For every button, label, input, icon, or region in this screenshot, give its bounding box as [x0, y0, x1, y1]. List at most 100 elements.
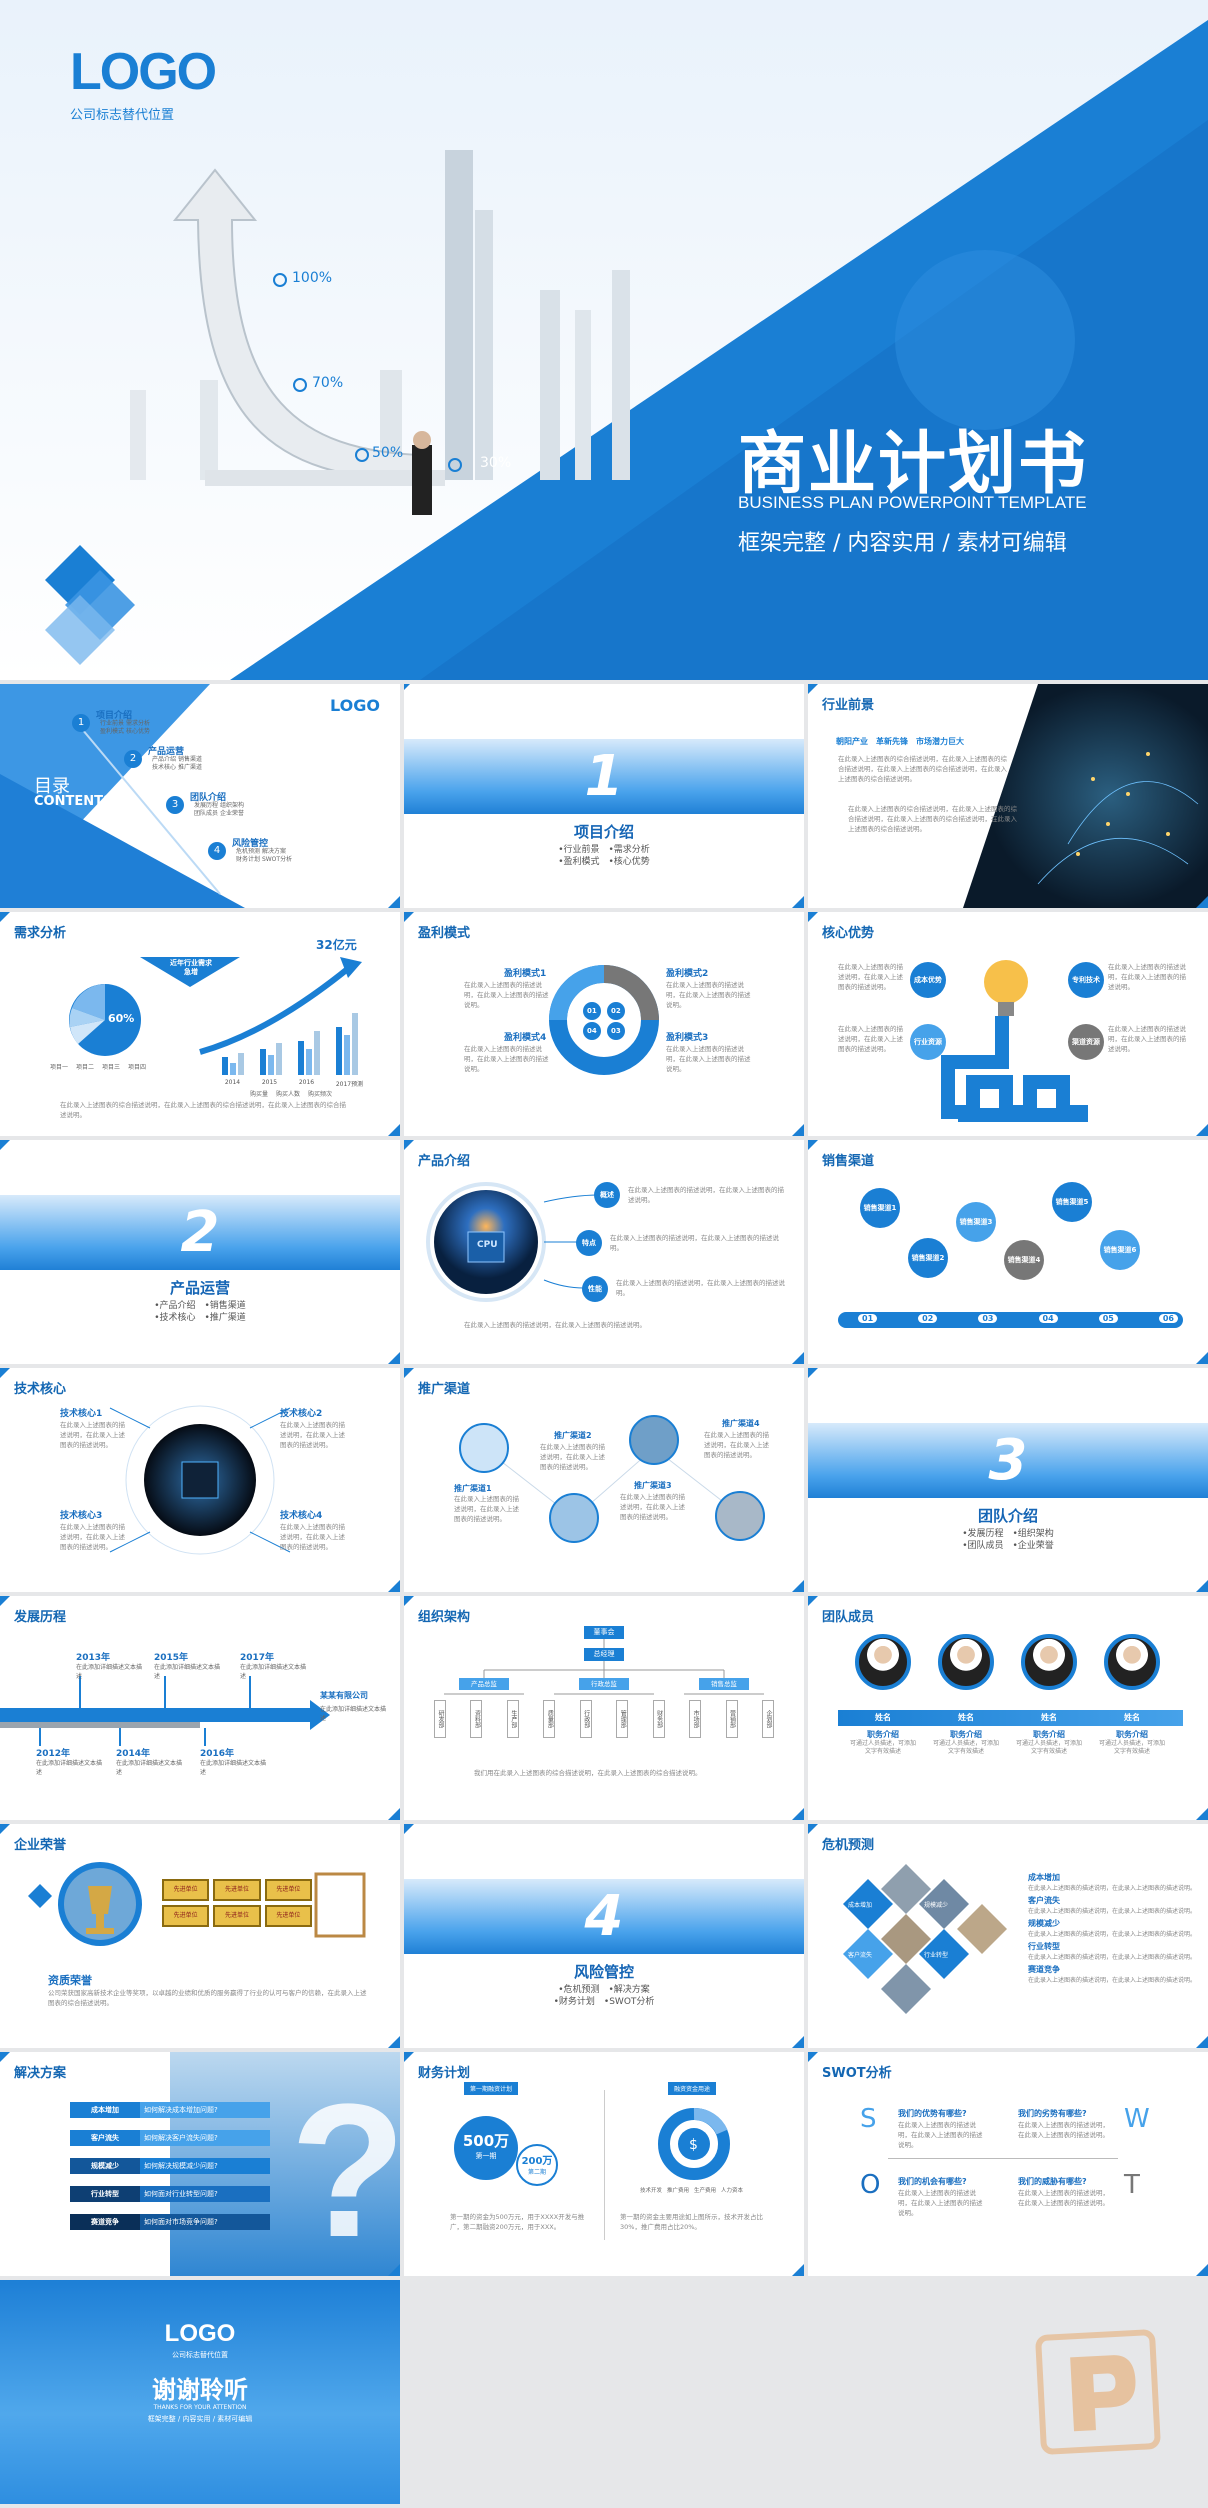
promo-slide[interactable]: 推广渠道 推广渠道1 在此录入上述图表的描述说明，在此录入上述图表的描述说明。 …	[404, 1368, 804, 1592]
chapter-band: 1	[404, 739, 804, 814]
demand-bar	[238, 1053, 244, 1075]
question-mark: ?	[290, 2065, 400, 2276]
org-center-3: 销售总监	[699, 1678, 749, 1690]
crisis-tag-3: 规模减少	[924, 1902, 949, 1909]
history-slide[interactable]: 发展历程 2013年 在此添加详细描述文本描述 2015年 在此添加详细描述文本…	[0, 1596, 400, 1820]
swot-q-t: 我们的威胁有哪些?	[1018, 2177, 1087, 2186]
member-name: 姓名	[875, 1713, 891, 1722]
slide-title: 解决方案	[0, 2052, 66, 2081]
core-tag-4: 渠道资源	[1068, 1024, 1104, 1060]
crisis-slide[interactable]: 危机预测 成本增加 客户流失 规模减少 行业转型 成本增加 在此录入上述图表的描述…	[808, 1824, 1208, 2048]
product-slide[interactable]: 产品介绍 概述 特点 性能 CPU 在此录入上述图表的描述说明，在此录入上述图表…	[404, 1140, 804, 1364]
year-desc: 在此添加详细描述文本描述	[36, 1760, 103, 1776]
team-member-4[interactable]: 姓名 职务介绍 可通过人员描述，可添加文字有效描述	[1097, 1634, 1167, 1756]
chapter-band: 3	[808, 1423, 1208, 1498]
cert: 先进单位	[162, 1879, 210, 1901]
slide-corner	[792, 896, 804, 908]
demand-bar	[268, 1055, 274, 1075]
org-slide[interactable]: 组织架构 董事会 总经理 产品总监 行政总监 销售总监 研发部 资料部 生产部 …	[404, 1596, 804, 1820]
core-tag-1: 成本优势	[910, 962, 946, 998]
industry-slide[interactable]: 行业前景 朝阳产业 革新先锋 市场潜力巨大 在此录入上述图表的综合描述说明，在此…	[808, 684, 1208, 908]
demand-para: 在此录入上述图表的综合描述说明，在此录入上述图表的综合描述说明，在此录入上述图表…	[60, 1101, 346, 1119]
watermark-p-icon	[1070, 2355, 1136, 2432]
honor-slide[interactable]: 企业荣誉 先进单位 先进单位 先进单位 先进单位 先进单位 先进单位 资质荣誉 …	[0, 1824, 400, 2048]
svg-text:$: $	[689, 2137, 698, 2153]
team-member-1[interactable]: 姓名 职务介绍 可通过人员描述，可添加文字有效描述	[848, 1634, 918, 1756]
crisis-tag-1: 成本增加	[848, 1902, 873, 1909]
slide-corner	[792, 1808, 804, 1820]
finance-donut: $	[658, 2108, 730, 2180]
tech-item-2: 技术核心2	[280, 1409, 323, 1419]
chapter-title: 团队介绍	[977, 1507, 1038, 1525]
demand-bar	[230, 1063, 236, 1075]
profit-slide[interactable]: 盈利模式 01 02 04 03 盈利模式1 在此录入上述图表的描述说明，在此录入上…	[404, 912, 804, 1136]
profit-desc-3: 在此录入上述图表的描述说明，在此录入上述图表的描述说明。	[666, 1045, 751, 1073]
toc-num: 4	[208, 842, 226, 860]
sales-slide[interactable]: 销售渠道 销售渠道1 销售渠道2 销售渠道3 销售渠道4 销售渠道5 销售渠道6…	[808, 1140, 1208, 1364]
toc-subs: 产品介绍 销售渠道 技术核心 推广渠道	[152, 756, 202, 771]
swot-desc-w: 在此录入上述图表的描述说明，在此录入上述图表的描述说明。	[1018, 2121, 1109, 2139]
cover-pct-100: 100%	[292, 270, 333, 286]
toc-num: 3	[166, 796, 184, 814]
tech-desc-4: 在此录入上述图表的描述说明，在此录入上述图表的描述说明。	[280, 1523, 345, 1551]
profit-mode-4: 盈利模式4	[504, 1033, 547, 1043]
avatar	[855, 1634, 911, 1690]
chapter-slide-2[interactable]: 2 产品运营 •产品介绍 •销售渠道 •技术核心 •推广渠道	[0, 1140, 400, 1364]
watermark-logo	[1034, 2328, 1162, 2456]
cover-pct-70: 70%	[312, 375, 344, 391]
chapter-title: 风险管控	[573, 1963, 634, 1981]
demand-bar	[344, 1035, 350, 1075]
chapter-list: •行业前景 •需求分析 •盈利模式 •核心优势	[558, 845, 650, 867]
crisis-tag-2: 客户流失	[848, 1952, 873, 1959]
slide-title: SWOT分析	[808, 2052, 892, 2081]
member-role: 职务介绍	[950, 1730, 982, 1739]
promo-graphic	[459, 1415, 765, 1543]
slide-corner	[1196, 896, 1208, 908]
slide-corner	[792, 1580, 804, 1592]
finance-legend: 技术开发 推广费用 生产费用 人力资本	[640, 2188, 744, 2194]
crisis-tag-4: 行业转型	[924, 1952, 949, 1959]
swot-q-w: 我们的劣势有哪些?	[1018, 2109, 1087, 2118]
slide-corner	[792, 2264, 804, 2276]
toc-subs: 发展历程 组织架构 团队成员 企业荣誉	[194, 802, 244, 817]
team-member-3[interactable]: 姓名 职务介绍 可通过人员描述，可添加文字有效描述	[1014, 1634, 1084, 1756]
cover-slide[interactable]: LOGO 公司标志替代位置 100% 70% 50% 30% 商业计划书 BUS…	[0, 0, 1208, 680]
end-logo-sub: 公司标志替代位置	[172, 2351, 228, 2359]
tech-slide[interactable]: 技术核心 技术核心1 在此录入上述图表的描述说明，在此录入上述图表的描述说明。 …	[0, 1368, 400, 1592]
sales-pin-2: 销售渠道2	[908, 1238, 948, 1278]
end-slide[interactable]: LOGO 公司标志替代位置 谢谢聆听 THANKS FOR YOUR ATTEN…	[0, 2280, 400, 2504]
finance-slide[interactable]: 财务计划 第一期融资计划 融资资金用途 500万 第一期 200万 第二期 $ 技术…	[404, 2052, 804, 2276]
slide-corner	[792, 1352, 804, 1364]
swot-t: T	[1124, 2170, 1140, 2200]
tech-item-1: 技术核心1	[60, 1409, 103, 1419]
chapter-slide-1[interactable]: 1 项目介绍 •行业前景 •需求分析 •盈利模式 •核心优势	[404, 684, 804, 908]
bar-years: 2014 2015 2016 2017预测	[224, 1079, 364, 1088]
promo-item-4: 推广渠道4	[722, 1419, 760, 1428]
toc-slide[interactable]: 目录 CONTENTS LOGO 1 项目介绍 行业前景 需求分析 盈利模式 核心…	[0, 684, 400, 908]
swot-slide[interactable]: SWOT分析 S W O T 我们的优势有哪些? 在此录入上述图表的描述说明，在…	[808, 2052, 1208, 2276]
chapter-slide-4[interactable]: 4 风险管控 •危机预测 •解决方案 •财务计划 •SWOT分析	[404, 1824, 804, 2048]
chapter-slide-3[interactable]: 3 团队介绍 •发展历程 •组织架构 •团队成员 •企业荣誉	[808, 1368, 1208, 1592]
chapter-number: 4	[584, 1884, 624, 1949]
tech-item-4: 技术核心4	[280, 1511, 323, 1521]
team-member-2[interactable]: 姓名 职务介绍 可通过人员描述，可添加文字有效描述	[931, 1634, 1001, 1756]
year-desc: 在此添加详细描述文本描述	[200, 1760, 267, 1776]
demand-bar	[276, 1043, 282, 1075]
demand-bar	[336, 1027, 342, 1075]
solution-slide[interactable]: 解决方案 ? 成本增加 如何解决成本增加问题? 客户流失 如何解决客户流失问题? 规…	[0, 2052, 400, 2276]
team-slide[interactable]: 团队成员 姓名 职务介绍 可通过人员描述，可添加文字有效描述 姓名 职务介绍 可…	[808, 1596, 1208, 1820]
slide-corner	[1196, 1124, 1208, 1136]
member-desc: 可通过人员描述，可添加文字有效描述	[932, 1740, 999, 1755]
cover-logo-sub: 公司标志替代位置	[70, 108, 175, 123]
member-desc: 可通过人员描述，可添加文字有效描述	[1098, 1740, 1165, 1755]
core-slide[interactable]: 核心优势 成本优势 专利技术 行业资源 渠道资源 在此录入上述图表的描述说明，在…	[808, 912, 1208, 1136]
earth-image	[963, 684, 1208, 908]
profit-mode-3: 盈利模式3	[666, 1033, 709, 1043]
demand-slide[interactable]: 需求分析 近年行业需求急增 60% 32亿元 2014 2015 2016 2017预…	[0, 912, 400, 1136]
sales-pin-6: 销售渠道6	[1100, 1230, 1140, 1270]
promo-item-3: 推广渠道3	[634, 1481, 672, 1490]
org-center-1: 产品总监	[459, 1678, 509, 1690]
toc-title-en: CONTENTS	[34, 794, 113, 809]
core-desc-2: 在此录入上述图表的描述说明，在此录入上述图表的描述说明。	[1108, 963, 1186, 991]
chapter-number: 2	[180, 1200, 220, 1265]
